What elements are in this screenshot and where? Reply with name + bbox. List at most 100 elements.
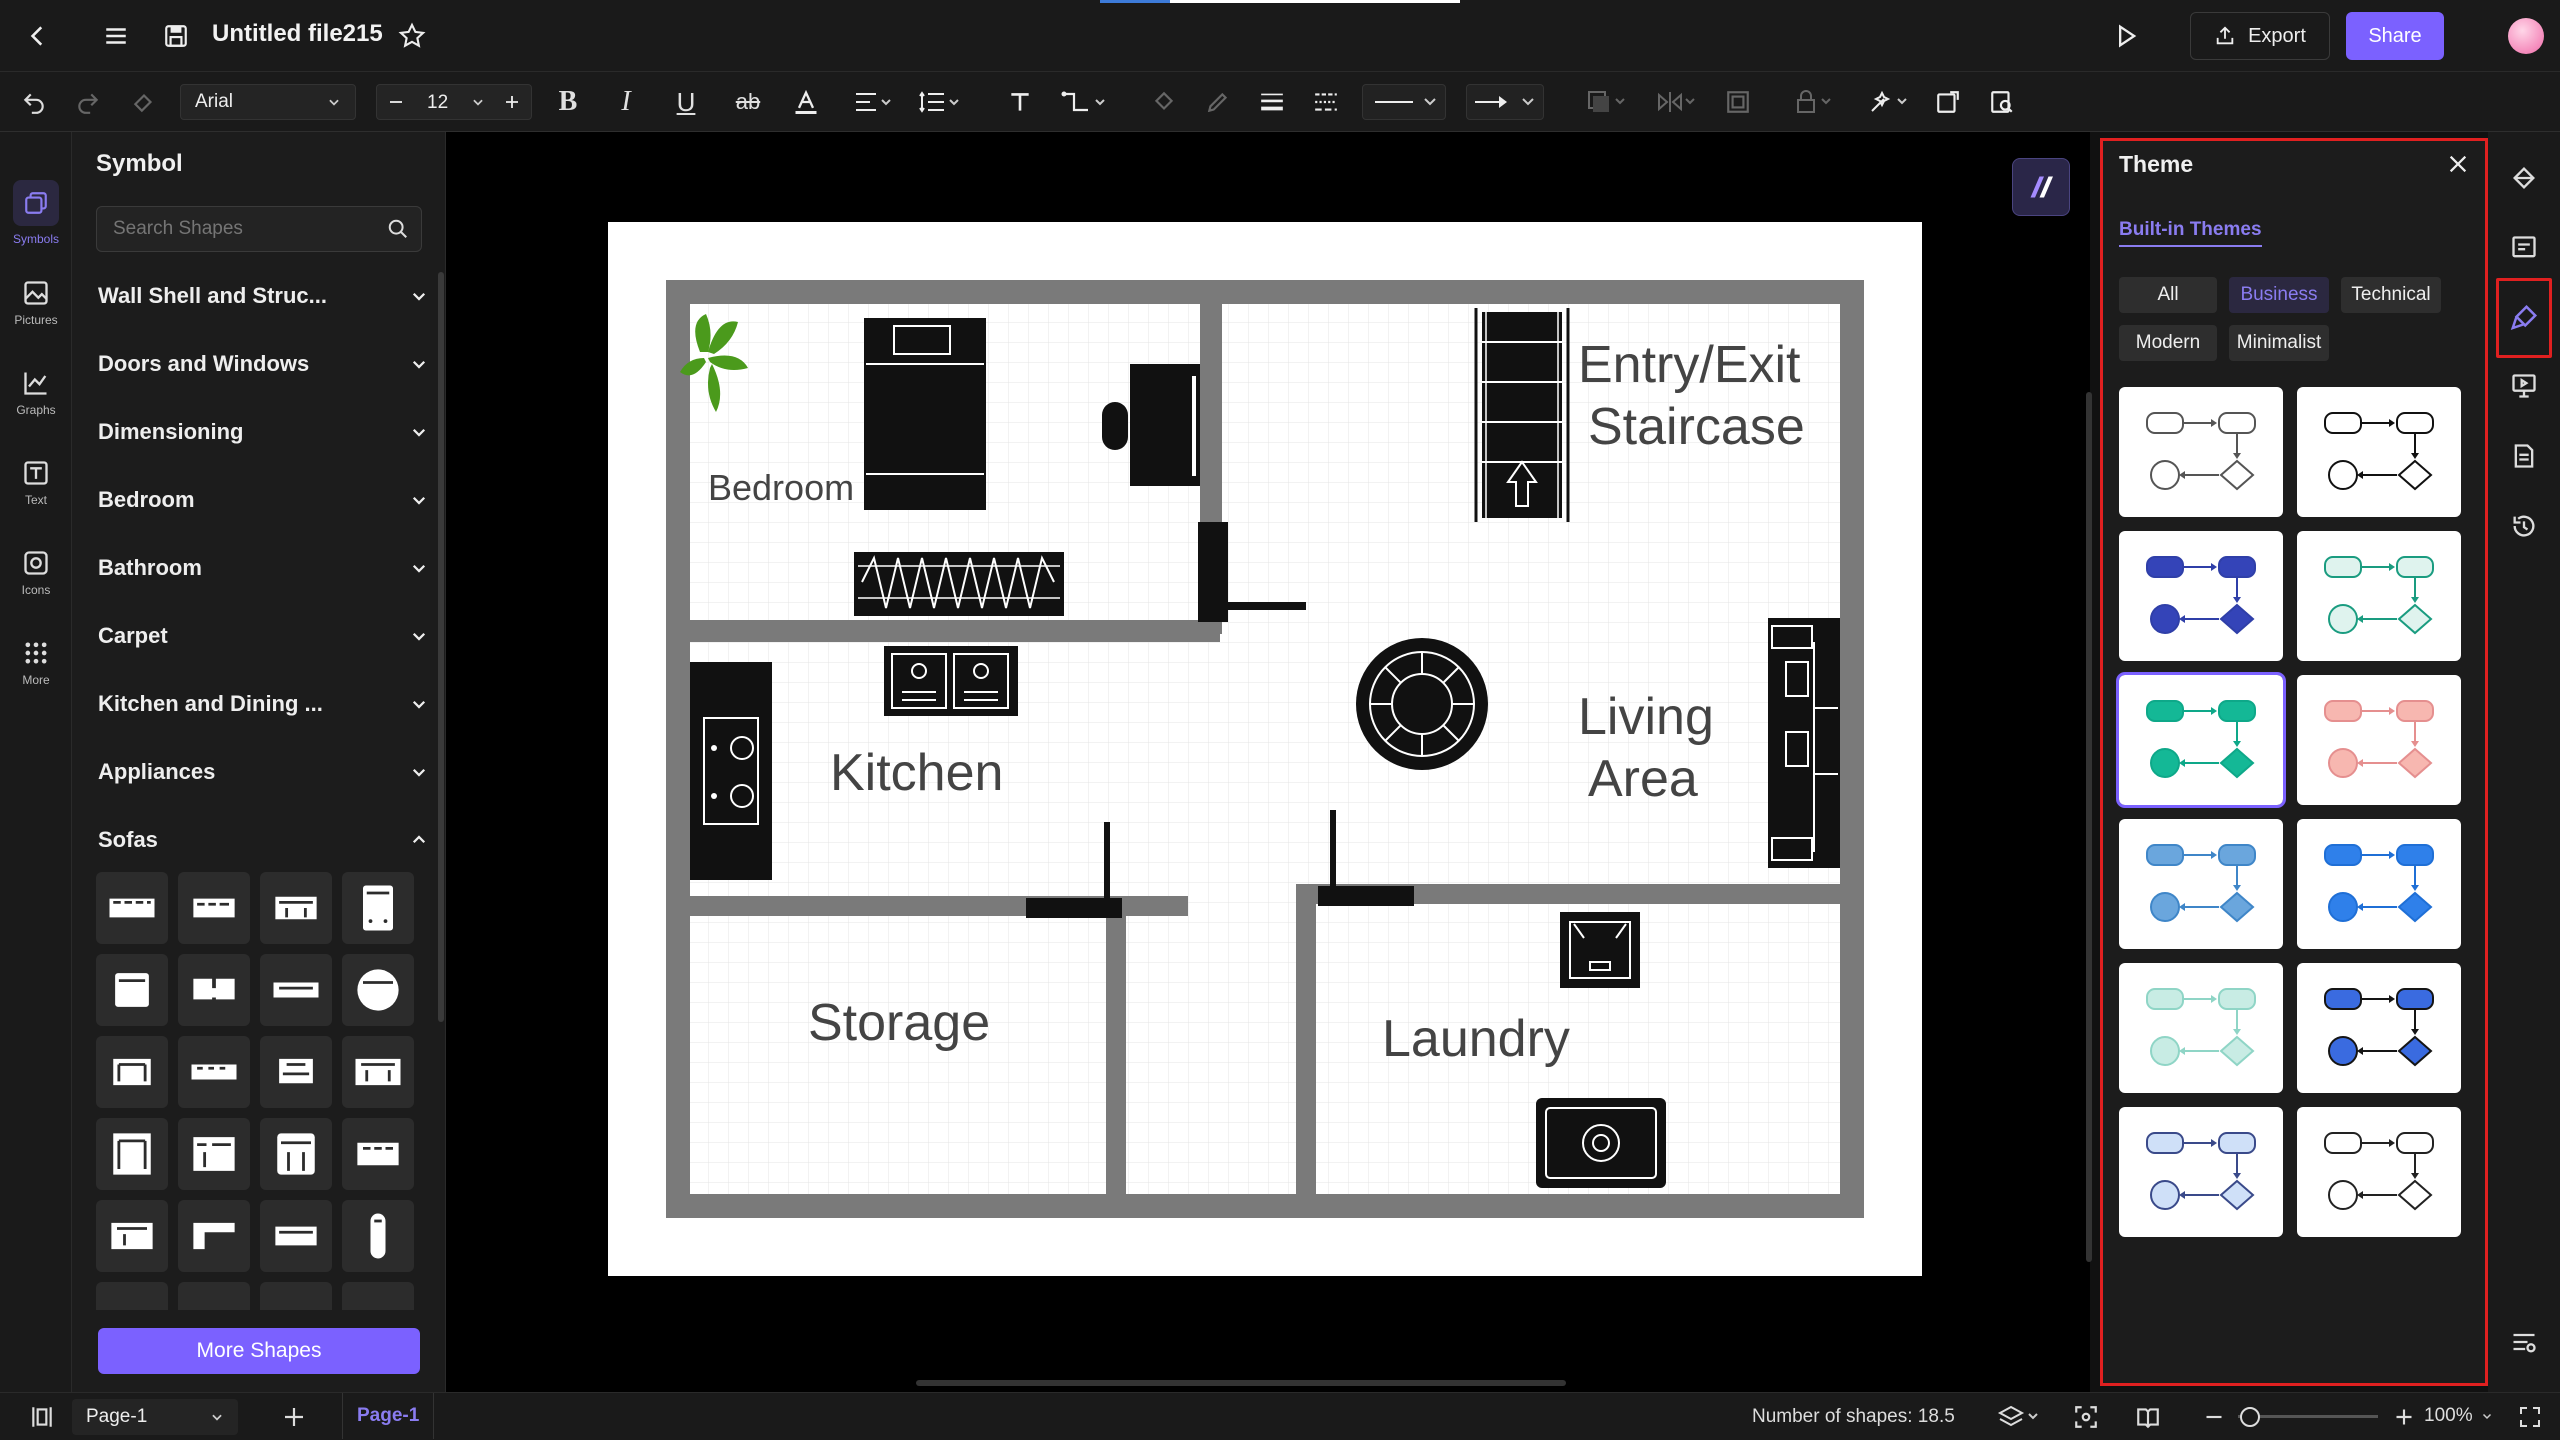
tab-built-in-themes[interactable]: Built-in Themes [2119, 219, 2262, 247]
share-button[interactable]: Share [2346, 12, 2444, 60]
theme-card[interactable] [2116, 672, 2286, 808]
sofa-shape-tile[interactable] [96, 1282, 168, 1310]
present-play-icon[interactable] [2106, 16, 2146, 56]
font-color-icon[interactable] [788, 84, 824, 120]
line-dash-icon[interactable] [1308, 84, 1344, 120]
search-input[interactable] [97, 207, 377, 251]
theme-card[interactable] [2119, 531, 2283, 661]
lock-icon[interactable] [1790, 84, 1840, 120]
redo-icon[interactable] [70, 84, 106, 120]
file-name[interactable]: Untitled file215 [212, 20, 383, 48]
theme-card[interactable] [2297, 963, 2461, 1093]
export-button[interactable]: Export [2190, 12, 2330, 60]
tab-page-1[interactable]: Page-1 [342, 1393, 435, 1439]
zoom-in-icon[interactable] [2388, 1399, 2420, 1435]
category-sofas[interactable]: Sofas [98, 816, 428, 864]
sofa-shape-tile[interactable] [260, 1200, 332, 1272]
sofa-shape-tile[interactable] [178, 1118, 250, 1190]
layers-icon[interactable] [1992, 1399, 2048, 1435]
line-weight-icon[interactable] [1254, 84, 1290, 120]
focus-icon[interactable] [2068, 1399, 2104, 1435]
sofa-shape-tile[interactable] [342, 872, 414, 944]
category-appliances[interactable]: Appliances [98, 748, 428, 796]
canvas-area[interactable]: Bedroom Entry/Exit Staircase Living Area… [446, 132, 2092, 1392]
sofa-shape-tile[interactable] [342, 1036, 414, 1108]
sofa-shape-tile[interactable] [342, 1118, 414, 1190]
filter-technical[interactable]: Technical [2341, 277, 2441, 313]
text-align-icon[interactable] [850, 84, 898, 120]
theme-card[interactable] [2119, 963, 2283, 1093]
sofa-shape-tile[interactable] [96, 872, 168, 944]
page-select[interactable]: Page-1 [72, 1399, 238, 1435]
add-page-icon[interactable] [276, 1399, 312, 1435]
avatar[interactable] [2508, 18, 2544, 54]
sofa-shape-tile[interactable] [260, 872, 332, 944]
sofa-shape-tile[interactable] [96, 1118, 168, 1190]
category-doors-windows[interactable]: Doors and Windows [98, 340, 428, 388]
theme-rail-button[interactable] [2496, 278, 2552, 358]
presentation-icon[interactable] [2504, 366, 2544, 406]
text-tool-icon[interactable] [1002, 84, 1038, 120]
format-painter-icon[interactable] [126, 84, 162, 120]
sofa-shape-tile[interactable] [260, 954, 332, 1026]
room-label-kitchen[interactable]: Kitchen [830, 744, 1003, 802]
pen-icon[interactable] [1200, 84, 1236, 120]
sofa-shape-tile[interactable] [178, 1200, 250, 1272]
sofa-shape-tile[interactable] [178, 1036, 250, 1108]
sofa-shape-tile[interactable] [96, 1036, 168, 1108]
font-size-stepper[interactable]: 12 [376, 84, 532, 120]
fullscreen-icon[interactable] [2512, 1399, 2548, 1435]
replace-shape-icon[interactable] [1930, 84, 1966, 120]
room-label-entry[interactable]: Entry/Exit [1578, 336, 1801, 394]
increase-size-icon[interactable] [497, 87, 527, 117]
menu-icon[interactable] [96, 16, 136, 56]
floor-plan[interactable]: Bedroom Entry/Exit Staircase Living Area… [608, 222, 1922, 1276]
font-family-select[interactable]: Arial [180, 84, 356, 120]
room-label-storage[interactable]: Storage [808, 994, 990, 1052]
sofa-shape-tile[interactable] [178, 1282, 250, 1310]
fill-icon[interactable] [1146, 84, 1182, 120]
decrease-size-icon[interactable] [381, 87, 411, 117]
sofa-shape-tile[interactable] [260, 1036, 332, 1108]
sofa-shape-tile[interactable] [342, 1200, 414, 1272]
sofa-shape-tile[interactable] [96, 954, 168, 1026]
bold-icon[interactable]: B [550, 84, 586, 120]
sofa-shape-tile[interactable] [96, 1200, 168, 1272]
sofa-shape-tile[interactable] [178, 954, 250, 1026]
drawing-page[interactable]: Bedroom Entry/Exit Staircase Living Area… [608, 222, 1922, 1276]
room-label-living[interactable]: Living [1578, 688, 1714, 746]
magic-select-icon[interactable] [1864, 84, 1914, 120]
category-kitchen-dining[interactable]: Kitchen and Dining ... [98, 680, 428, 728]
zoom-select[interactable]: 100% [2424, 1405, 2493, 1427]
reading-mode-icon[interactable] [2130, 1399, 2166, 1435]
zoom-slider-handle[interactable] [2240, 1407, 2260, 1427]
theme-card[interactable] [2297, 819, 2461, 949]
room-label-laundry[interactable]: Laundry [1382, 1010, 1570, 1068]
rail-item-symbols[interactable]: Symbols [0, 170, 72, 256]
find-replace-icon[interactable] [1984, 84, 2020, 120]
canvas-horizontal-scrollbar[interactable] [916, 1380, 1566, 1386]
close-icon[interactable] [2443, 149, 2473, 179]
notes-icon[interactable] [2504, 436, 2544, 476]
category-bathroom[interactable]: Bathroom [98, 544, 428, 592]
save-file-icon[interactable] [156, 16, 196, 56]
sofa-shape-tile[interactable] [178, 872, 250, 944]
category-carpet[interactable]: Carpet [98, 612, 428, 660]
shadow-icon[interactable] [1582, 84, 1632, 120]
underline-icon[interactable]: U [668, 84, 704, 120]
ai-assistant-button[interactable] [2012, 158, 2070, 216]
filter-modern[interactable]: Modern [2119, 325, 2217, 361]
room-label-bedroom[interactable]: Bedroom [708, 467, 854, 508]
star-icon[interactable] [392, 16, 432, 56]
theme-card[interactable] [2297, 387, 2461, 517]
line-spacing-icon[interactable] [914, 84, 964, 120]
page-panel-icon[interactable] [24, 1399, 60, 1435]
history-icon[interactable] [2504, 506, 2544, 546]
font-size-chevron-icon[interactable] [465, 89, 491, 115]
sofa-shape-tile[interactable] [342, 954, 414, 1026]
rail-item-pictures[interactable]: Pictures [0, 260, 72, 346]
fill-style-icon[interactable] [2504, 158, 2544, 198]
room-label-staircase[interactable]: Staircase [1588, 398, 1805, 456]
italic-icon[interactable]: I [608, 84, 644, 120]
theme-card[interactable] [2297, 675, 2461, 805]
